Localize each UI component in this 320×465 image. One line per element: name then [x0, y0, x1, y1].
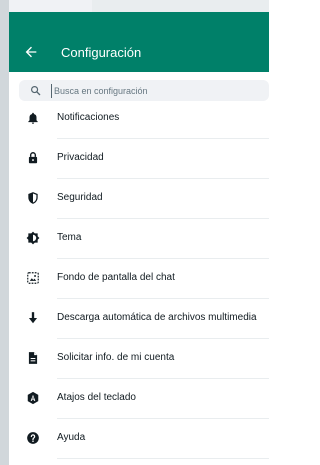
- page-title: Configuración: [61, 45, 142, 60]
- help-icon: [27, 432, 39, 444]
- menu-item-fondo-de-pantalla[interactable]: Fondo de pantalla del chat: [9, 259, 269, 299]
- menu-item-notificaciones[interactable]: Notificaciones: [9, 99, 269, 139]
- wallpaper-icon: [27, 272, 39, 284]
- document-icon: [28, 352, 38, 364]
- menu-item-label: Ayuda: [57, 432, 86, 443]
- shield-icon: [28, 192, 38, 204]
- menu-item-label: Solicitar info. de mi cuenta: [57, 352, 175, 363]
- lock-icon: [28, 152, 38, 164]
- search-bar[interactable]: [19, 80, 269, 101]
- bell-icon: [28, 112, 38, 124]
- settings-header: Configuración: [9, 12, 269, 72]
- window-top-strip: [9, 0, 269, 12]
- back-arrow-icon[interactable]: [23, 44, 39, 60]
- menu-item-label: Descarga automática de archivos multimed…: [57, 312, 257, 323]
- top-strip-segment: [92, 0, 269, 12]
- search-input[interactable]: [51, 84, 264, 98]
- menu-item-label: Seguridad: [57, 192, 103, 203]
- menu-item-ayuda[interactable]: Ayuda: [9, 419, 269, 459]
- search-icon: [31, 86, 41, 96]
- download-icon: [28, 312, 38, 324]
- menu-item-atajos-del-teclado[interactable]: Atajos del teclado: [9, 379, 269, 419]
- menu-item-label: Privacidad: [57, 152, 104, 163]
- menu-item-label: Atajos del teclado: [57, 392, 136, 403]
- menu-item-label: Notificaciones: [57, 112, 120, 123]
- menu-item-tema[interactable]: Tema: [9, 219, 269, 259]
- menu-item-label: Fondo de pantalla del chat: [57, 272, 175, 283]
- menu-item-solicitar-info[interactable]: Solicitar info. de mi cuenta: [9, 339, 269, 379]
- menu-item-seguridad[interactable]: Seguridad: [9, 179, 269, 219]
- left-panel-edge: [0, 0, 9, 465]
- settings-menu: Notificaciones Privacidad Seguridad Tema: [9, 99, 269, 459]
- keyboard-shortcuts-icon: [27, 391, 39, 405]
- menu-item-label: Tema: [57, 232, 82, 243]
- menu-item-privacidad[interactable]: Privacidad: [9, 139, 269, 179]
- menu-item-descarga-automatica[interactable]: Descarga automática de archivos multimed…: [9, 299, 269, 339]
- theme-icon: [26, 231, 40, 245]
- divider: [57, 458, 269, 459]
